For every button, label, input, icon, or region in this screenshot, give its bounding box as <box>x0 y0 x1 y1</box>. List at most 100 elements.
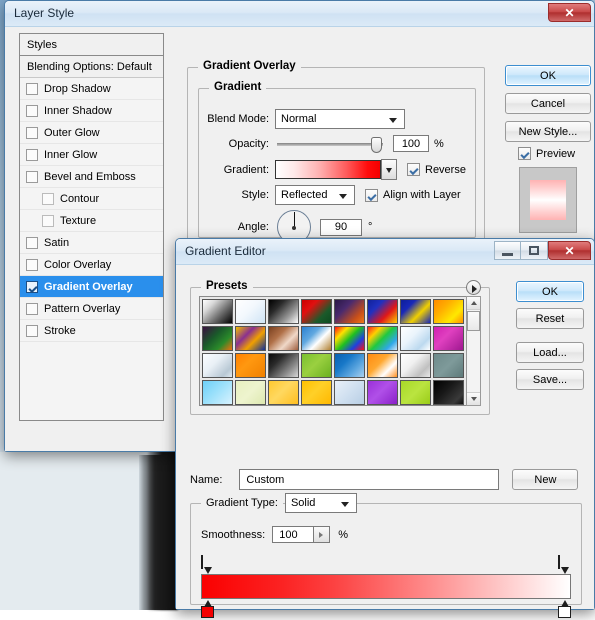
style-row-checkbox[interactable] <box>26 127 38 139</box>
smoothness-stepper[interactable] <box>314 526 330 543</box>
presets-grid[interactable] <box>199 296 467 406</box>
preset-swatch[interactable] <box>400 299 431 324</box>
preset-swatch[interactable] <box>334 299 365 324</box>
color-stop-handle[interactable] <box>558 600 571 618</box>
preset-swatch[interactable] <box>235 299 266 324</box>
preset-swatch[interactable] <box>433 299 464 324</box>
gradient-type-select[interactable]: Solid <box>285 493 357 513</box>
preset-swatch[interactable] <box>268 380 299 405</box>
preset-swatch[interactable] <box>301 353 332 378</box>
gradient-editor-reset-button[interactable]: Reset <box>516 308 584 329</box>
opacity-slider-thumb[interactable] <box>371 137 382 153</box>
gradient-editor-maximize-button[interactable] <box>521 241 548 260</box>
preview-checkbox-row[interactable]: Preview <box>518 147 575 160</box>
gradient-picker-dropdown[interactable] <box>381 159 397 180</box>
presets-menu-arrow-icon[interactable] <box>466 280 481 295</box>
gradient-editor-minimize-button[interactable] <box>494 241 521 260</box>
preset-swatch[interactable] <box>235 326 266 351</box>
align-with-layer-checkbox[interactable] <box>365 189 378 202</box>
preset-swatch[interactable] <box>235 380 266 405</box>
gradient-editor-titlebar[interactable]: Gradient Editor ✕ <box>176 239 594 265</box>
preset-swatch[interactable] <box>367 380 398 405</box>
preset-swatch[interactable] <box>433 380 464 405</box>
style-row-checkbox[interactable] <box>26 105 38 117</box>
style-row-checkbox[interactable] <box>26 171 38 183</box>
layer-style-ok-button[interactable]: OK <box>505 65 591 86</box>
gradient-editor-close-button[interactable]: ✕ <box>548 241 591 260</box>
style-row-checkbox[interactable] <box>26 303 38 315</box>
new-style-button[interactable]: New Style... <box>505 121 591 142</box>
style-row-checkbox[interactable] <box>42 193 54 205</box>
style-row-checkbox[interactable] <box>26 325 38 337</box>
opacity-input[interactable]: 100 <box>393 135 429 152</box>
preset-swatch[interactable] <box>334 380 365 405</box>
preset-swatch[interactable] <box>202 353 233 378</box>
preset-swatch[interactable] <box>334 326 365 351</box>
gradient-editor-load-button[interactable]: Load... <box>516 342 584 363</box>
style-row-drop-shadow[interactable]: Drop Shadow <box>20 78 163 100</box>
gradient-editor-save-button[interactable]: Save... <box>516 369 584 390</box>
opacity-slider[interactable] <box>277 143 383 146</box>
preset-swatch[interactable] <box>367 353 398 378</box>
opacity-stop-handle[interactable] <box>558 556 571 574</box>
preset-swatch[interactable] <box>367 299 398 324</box>
preset-swatch[interactable] <box>433 326 464 351</box>
preset-swatch[interactable] <box>268 353 299 378</box>
presets-scrollbar[interactable] <box>466 296 481 406</box>
preset-swatch[interactable] <box>235 353 266 378</box>
style-row-inner-shadow[interactable]: Inner Shadow <box>20 100 163 122</box>
preset-swatch[interactable] <box>202 299 233 324</box>
style-row-checkbox[interactable] <box>42 215 54 227</box>
preset-swatch[interactable] <box>202 326 233 351</box>
style-row-checkbox[interactable] <box>26 259 38 271</box>
style-row-bevel-and-emboss[interactable]: Bevel and Emboss <box>20 166 163 188</box>
preview-checkbox[interactable] <box>518 147 531 160</box>
reverse-checkbox-row[interactable]: Reverse <box>407 163 466 176</box>
style-row-texture[interactable]: Texture <box>20 210 163 232</box>
preset-swatch[interactable] <box>400 326 431 351</box>
style-row-gradient-overlay[interactable]: Gradient Overlay <box>20 276 163 298</box>
preset-swatch[interactable] <box>301 380 332 405</box>
layer-style-close-button[interactable]: ✕ <box>548 3 591 22</box>
style-row-color-overlay[interactable]: Color Overlay <box>20 254 163 276</box>
layer-style-titlebar[interactable]: Layer Style ✕ <box>5 1 594 27</box>
preset-swatch[interactable] <box>268 326 299 351</box>
new-gradient-button[interactable]: New <box>512 469 578 490</box>
preset-swatch[interactable] <box>400 380 431 405</box>
preset-swatch[interactable] <box>400 353 431 378</box>
presets-scrollbar-thumb[interactable] <box>467 311 480 331</box>
gradient-swatch-button[interactable] <box>275 160 381 179</box>
reverse-checkbox[interactable] <box>407 163 420 176</box>
preset-swatch[interactable] <box>301 299 332 324</box>
gradient-editor-ok-button[interactable]: OK <box>516 281 584 302</box>
style-row-pattern-overlay[interactable]: Pattern Overlay <box>20 298 163 320</box>
style-row-stroke[interactable]: Stroke <box>20 320 163 342</box>
smoothness-input[interactable]: 100 <box>272 526 314 543</box>
layer-style-cancel-button[interactable]: Cancel <box>505 93 591 114</box>
scroll-down-icon[interactable] <box>467 392 480 405</box>
blending-options-row[interactable]: Blending Options: Default <box>20 56 163 78</box>
preset-swatch[interactable] <box>367 326 398 351</box>
style-row-checkbox[interactable] <box>26 149 38 161</box>
preset-swatch[interactable] <box>433 353 464 378</box>
gradient-preview-bar[interactable] <box>201 574 571 599</box>
style-row-checkbox[interactable] <box>26 237 38 249</box>
opacity-stop-handle[interactable] <box>201 556 214 574</box>
style-row-outer-glow[interactable]: Outer Glow <box>20 122 163 144</box>
angle-input[interactable]: 90 <box>320 219 362 236</box>
preset-swatch[interactable] <box>301 326 332 351</box>
style-row-satin[interactable]: Satin <box>20 232 163 254</box>
scroll-up-icon[interactable] <box>467 297 480 310</box>
preset-swatch[interactable] <box>334 353 365 378</box>
preset-swatch[interactable] <box>202 380 233 405</box>
preset-swatch[interactable] <box>268 299 299 324</box>
color-stop-handle[interactable] <box>201 600 214 618</box>
align-with-layer-row[interactable]: Align with Layer <box>365 189 461 202</box>
blend-mode-select[interactable]: Normal <box>275 109 405 129</box>
style-row-checkbox[interactable] <box>26 83 38 95</box>
gradient-name-input[interactable]: Custom <box>239 469 499 490</box>
style-row-inner-glow[interactable]: Inner Glow <box>20 144 163 166</box>
gradient-style-select[interactable]: Reflected <box>275 185 355 205</box>
style-row-checkbox[interactable] <box>26 281 38 293</box>
style-row-contour[interactable]: Contour <box>20 188 163 210</box>
